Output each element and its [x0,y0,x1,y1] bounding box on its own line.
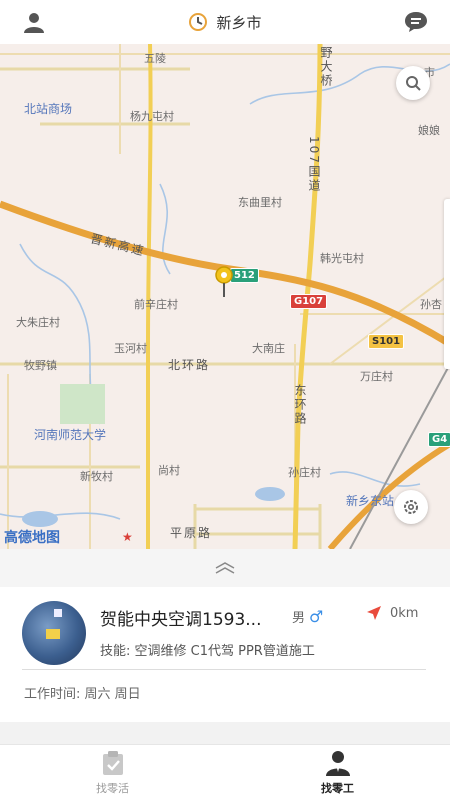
gear-icon [404,500,418,514]
tab-find-worker[interactable]: 找零工 [225,745,450,800]
bottom-tab-bar: 找零活 找零工 [0,744,450,800]
worker-work-time: 工作时间: 周六 周日 [24,687,141,702]
map-label-107: 107国道 [307,136,321,193]
map-label-beizhan: 北站商场 [24,102,73,116]
map-label-shangcun: 尚村 [158,464,180,477]
chat-icon[interactable] [402,8,430,36]
road-shield-g107: G107 [290,294,328,309]
search-icon [406,76,421,91]
top-bar: 新乡市 [0,0,450,44]
avatar-detail [46,629,60,639]
worker-distance: 0km [366,605,418,621]
map-star-icon: ★ [122,530,133,544]
map-label-yedaqiao: 野大桥 [319,46,333,88]
map-settings-button[interactable] [394,490,428,524]
map-label-yangjiutun: 杨九屯村 [130,110,174,123]
double-chevron-up-icon [215,562,235,574]
map-label-dongqu: 东曲里村 [238,196,282,209]
map-label-wanzhuang: 万庄村 [360,370,393,383]
card-divider [22,669,426,670]
city-selector[interactable]: 新乡市 [188,12,262,33]
panel-toggle-button[interactable] [0,549,450,587]
map-label-danan: 大南庄 [252,342,285,355]
worker-skills: 技能: 空调维修 C1代驾 PPR管道施工 [100,644,315,659]
worker-icon [325,750,350,776]
map-side-drawer-handle[interactable] [444,199,450,369]
male-icon: ♂ [309,607,324,626]
map-label-qianxin: 前辛庄村 [134,298,178,311]
tab-find-job[interactable]: 找零活 [0,745,225,800]
tab-find-job-label: 找零活 [96,781,129,795]
map-label-wuling: 五陵 [144,52,166,65]
worker-name: 贺能中央空调1593... [100,610,262,630]
map-label-henan-normal: 河南师范大学 [34,428,107,442]
map-label-niangniang: 娘娘 [418,124,440,137]
map-label-xinmu: 新牧村 [80,470,113,483]
gender-label: 男 [292,611,306,626]
map-label-sun-edge: 孙杏 [420,298,442,311]
location-clock-icon [189,13,208,31]
map-label-yuhe: 玉河村 [114,342,147,355]
tab-find-worker-label: 找零工 [321,781,354,795]
location-pin-icon[interactable] [214,266,234,298]
clipboard-check-icon [102,750,123,775]
distance-value: 0km [390,605,419,621]
map-label-beihuan: 北环路 [168,358,211,372]
map-label-donghuan: 东环路 [293,384,307,426]
city-name: 新乡市 [216,13,262,32]
navigation-arrow-icon [367,606,381,620]
map-search-button[interactable] [396,66,430,100]
user-icon[interactable] [20,8,48,36]
map-logo: 高德地图 [4,530,60,546]
avatar-detail [54,609,62,617]
app-screen: 新乡市 五陵 野大桥 北站商场 杨九屯村 娘娘 107国道 东曲里村 晋新高速 … [0,0,450,800]
worker-gender: 男 ♂ [292,607,323,626]
map-label-dazhu: 大朱庄村 [16,316,60,329]
map-label-pingyuan: 平原路 [170,526,213,540]
map-view[interactable]: 五陵 野大桥 北站商场 杨九屯村 娘娘 107国道 东曲里村 晋新高速 韩光屯村… [0,44,450,549]
worker-card[interactable]: 贺能中央空调1593... 男 ♂ 0km 技能: 空调维修 C1代驾 PPR管… [0,587,450,722]
road-shield-512: 512 [230,268,259,283]
map-label-xinxiang-east: 新乡东站 [346,494,395,508]
road-shield-s101: S101 [368,334,405,349]
avatar[interactable] [22,601,86,665]
road-shield-g4: G4 [428,432,450,447]
map-label-muye: 牧野镇 [24,359,57,372]
map-label-sunzhuang: 孙庄村 [288,466,321,479]
map-label-hanguangtun: 韩光屯村 [320,252,364,265]
